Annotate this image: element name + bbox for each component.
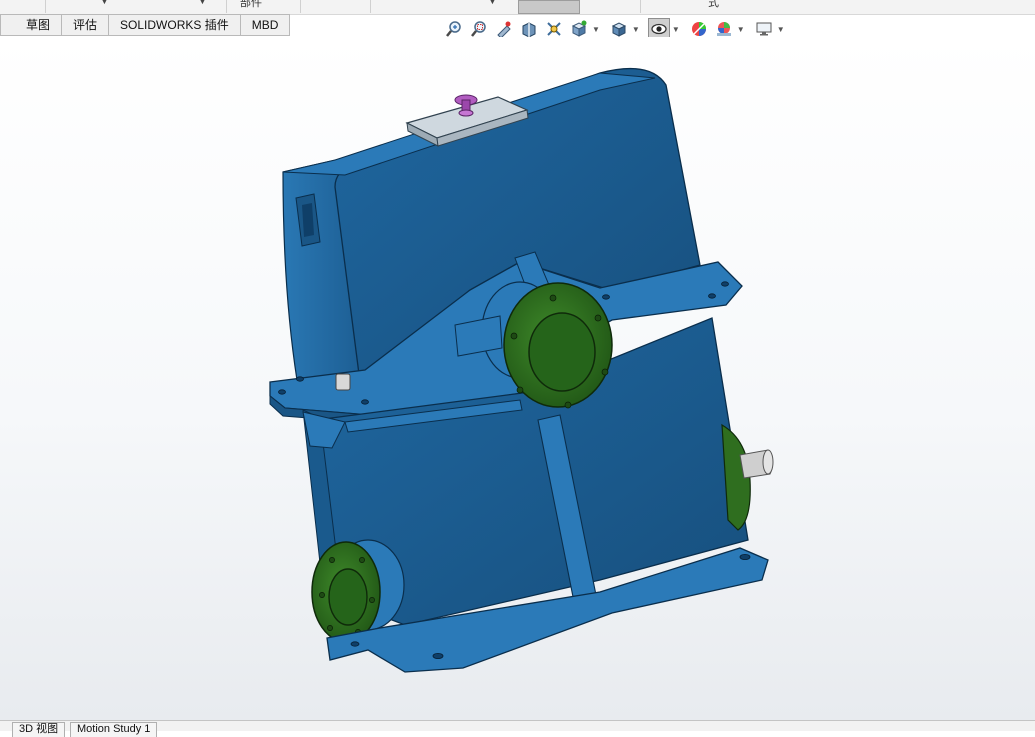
- upper-flange-bore: [528, 312, 596, 392]
- breather-base: [458, 109, 474, 117]
- oil-level-plug: [335, 373, 351, 391]
- input-shaft-end: [762, 449, 774, 475]
- lower-flange-bore: [328, 568, 368, 626]
- bottom-tab-bar: 3D 视图 Motion Study 1: [0, 720, 1035, 737]
- gearbox-model[interactable]: [0, 0, 1035, 730]
- gearbox-lug-hole: [302, 203, 314, 237]
